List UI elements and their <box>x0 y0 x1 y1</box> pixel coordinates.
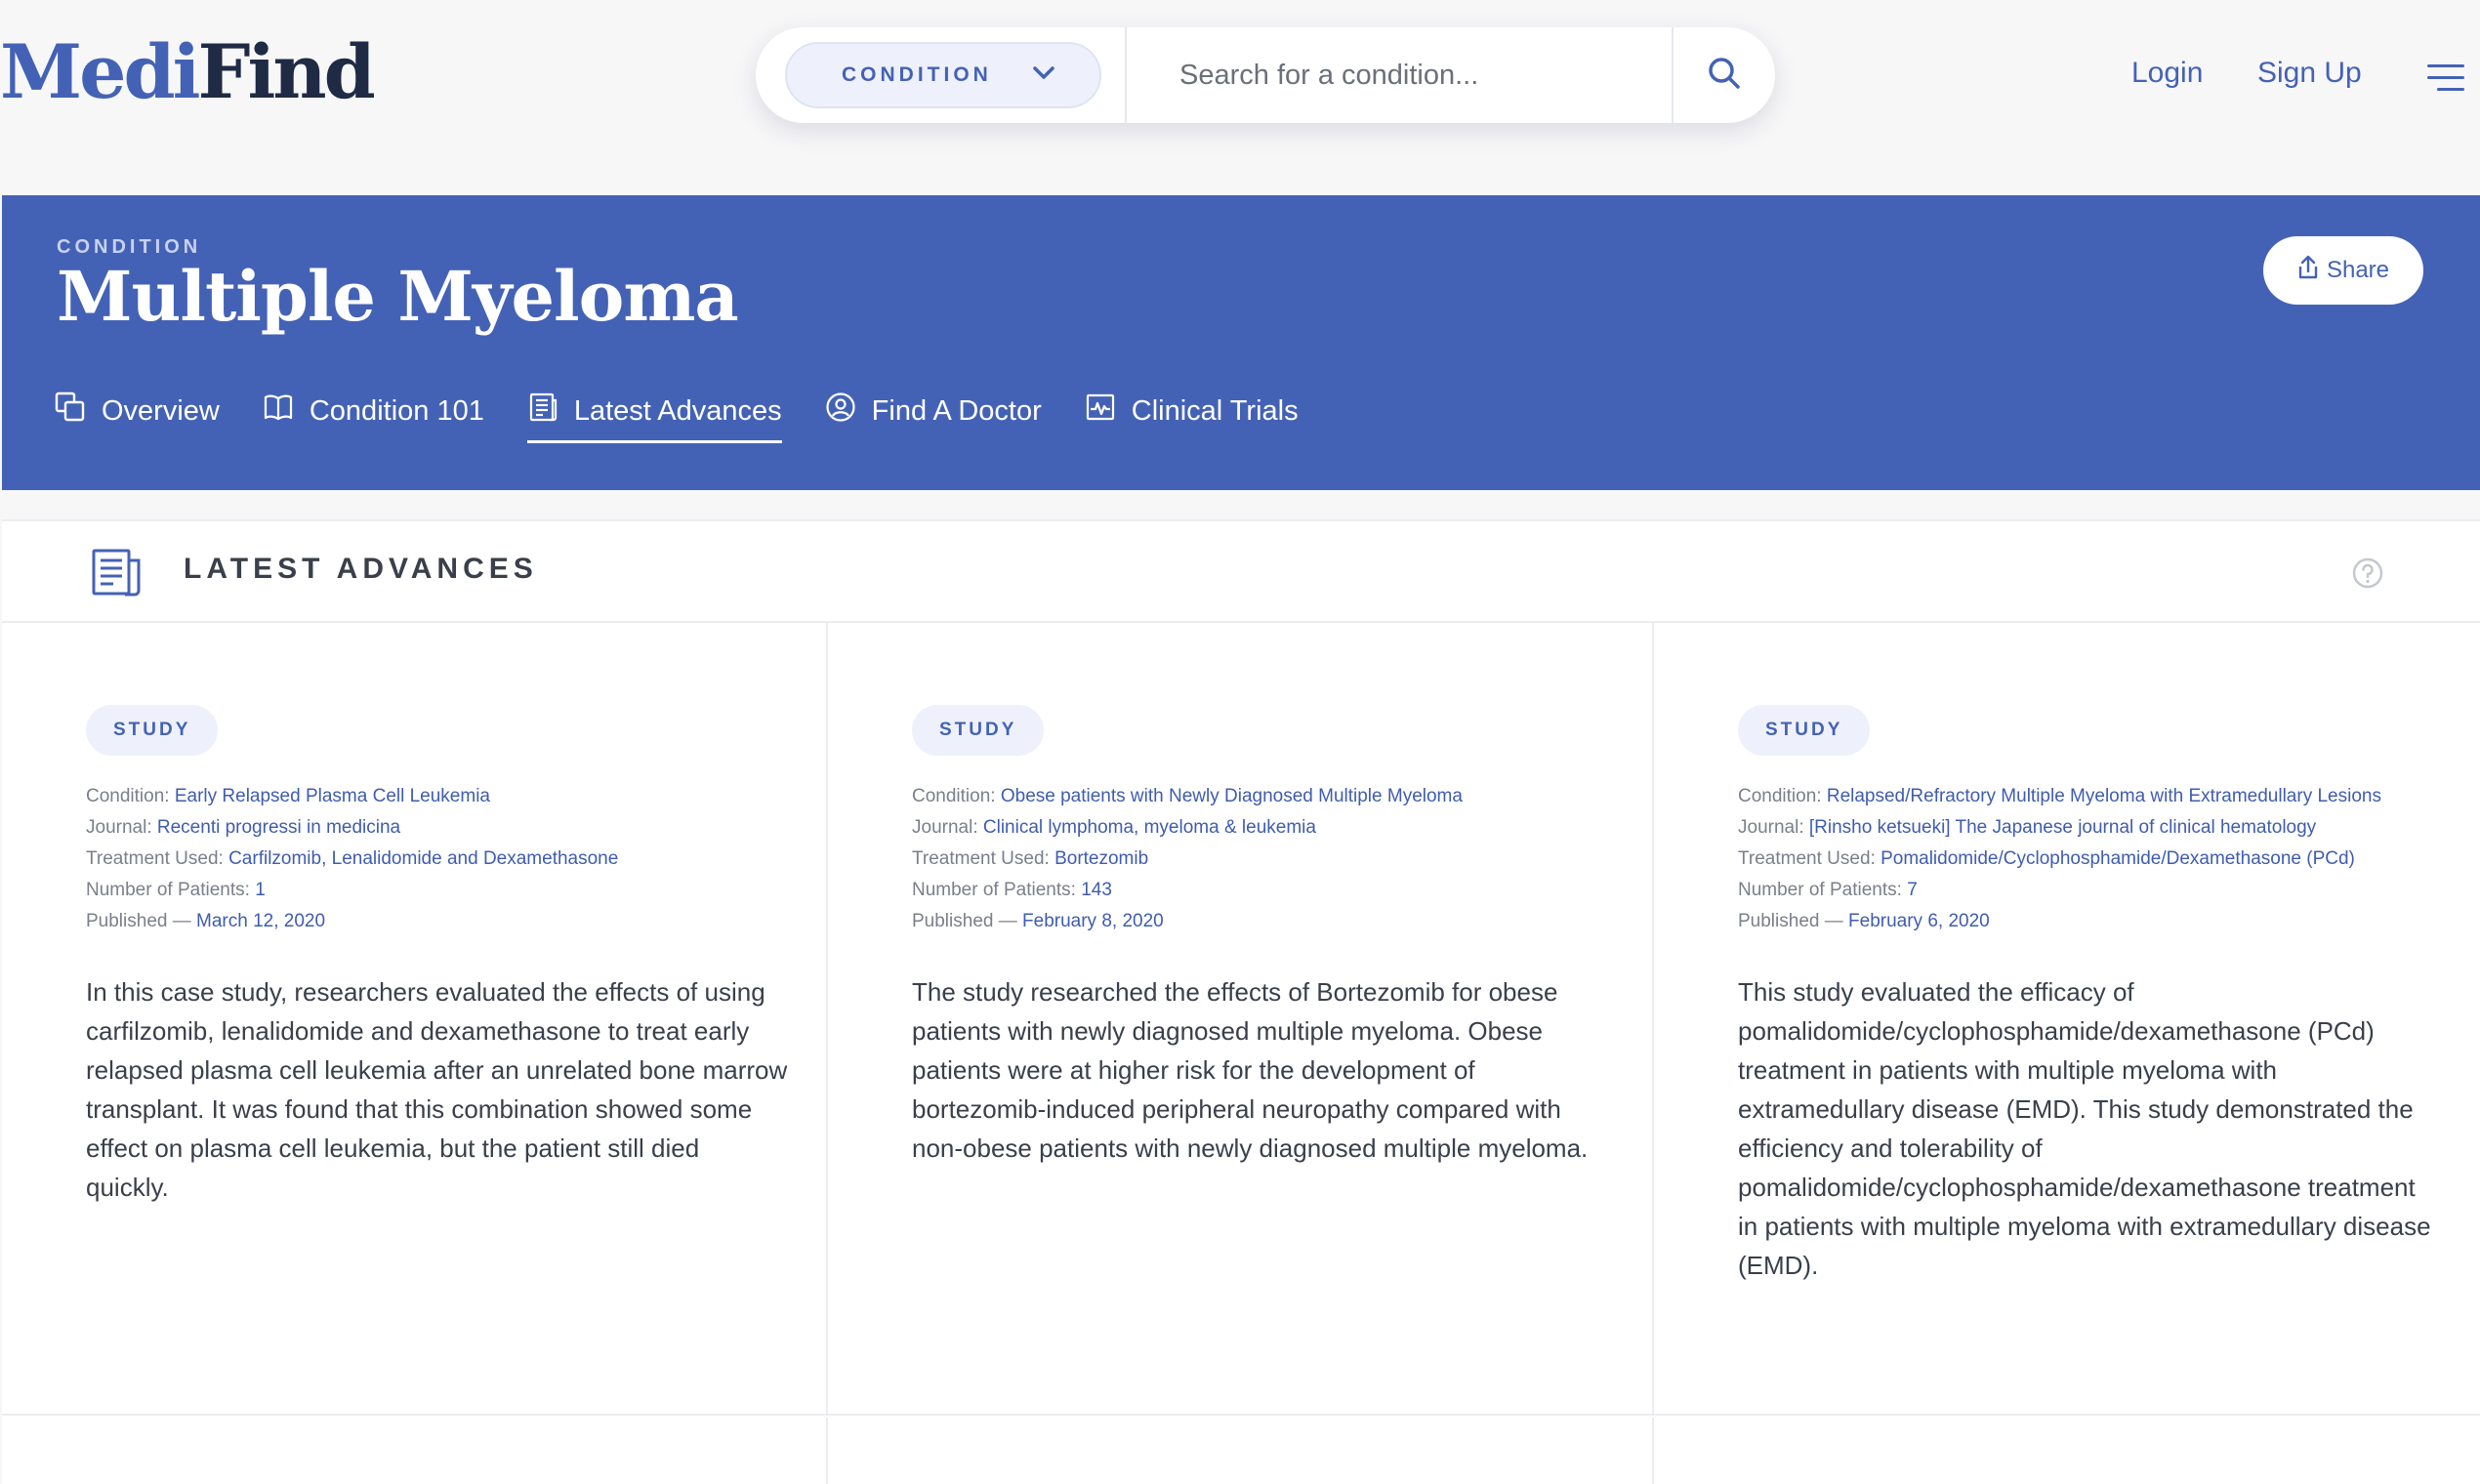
medifind-logo[interactable]: MediFind <box>0 35 376 109</box>
condition-link[interactable]: Relapsed/Refractory Multiple Myeloma wit… <box>1827 786 2381 806</box>
card-summary: The study researched the effects of Bort… <box>912 977 1589 1163</box>
tab-label: Condition 101 <box>309 394 484 427</box>
newspaper-icon <box>90 549 143 602</box>
latest-advances-panel: LATEST ADVANCES STUDY Condition: Early R… <box>2 519 2480 1484</box>
advance-card[interactable]: STUDY Condition: Obese patients with New… <box>828 623 1654 1416</box>
journal-link[interactable]: Recenti progressi in medicina <box>157 817 400 838</box>
search-bar: CONDITION <box>756 27 1775 123</box>
search-icon <box>1708 57 1741 95</box>
journal-link[interactable]: [Rinsho ketsueki] The Japanese journal o… <box>1809 817 2316 838</box>
signup-link[interactable]: Sign Up <box>2257 57 2362 90</box>
search-button[interactable] <box>1672 27 1775 123</box>
section-title: LATEST ADVANCES <box>184 553 538 585</box>
advances-cards: STUDY Condition: Early Relapsed Plasma C… <box>2 623 2480 1416</box>
card-meta: Condition: Obese patients with Newly Dia… <box>912 786 1463 931</box>
tab-clinical-trials[interactable]: Clinical Trials <box>1085 385 1299 437</box>
card-placeholder <box>1654 1418 2480 1484</box>
top-navigation: MediFind CONDITION Login Sign Up <box>0 0 2480 195</box>
book-icon <box>263 392 294 431</box>
chart-pulse-icon <box>1085 392 1116 431</box>
treatment-value: Bortezomib <box>1054 848 1149 869</box>
treatment-value: Carfilzomib, Lenalidomide and Dexamethas… <box>228 848 619 869</box>
doctor-icon <box>825 392 856 431</box>
share-label: Share <box>2326 257 2390 283</box>
panel-header: LATEST ADVANCES <box>2 521 2480 623</box>
treatment-value: Pomalidomide/Cyclophosphamide/Dexamethas… <box>1881 848 2355 869</box>
tab-find-a-doctor[interactable]: Find A Doctor <box>825 385 1042 437</box>
patients-value: 143 <box>1081 880 1112 900</box>
study-badge: STUDY <box>86 705 219 756</box>
chevron-down-icon <box>1033 65 1054 85</box>
condition-link[interactable]: Early Relapsed Plasma Cell Leukemia <box>175 786 490 806</box>
copy-icon <box>55 392 86 431</box>
search-input[interactable] <box>1127 28 1672 122</box>
tab-latest-advances[interactable]: Latest Advances <box>526 385 782 443</box>
tab-label: Clinical Trials <box>1131 394 1299 427</box>
hamburger-menu-icon[interactable] <box>2427 64 2464 92</box>
patients-value: 1 <box>255 880 266 900</box>
card-meta: Condition: Early Relapsed Plasma Cell Le… <box>86 786 619 931</box>
published-date: March 12, 2020 <box>196 911 326 931</box>
tab-label: Overview <box>102 394 220 427</box>
card-placeholder <box>828 1418 1654 1484</box>
card-summary: In this case study, researchers evaluate… <box>86 977 788 1202</box>
search-category-label: CONDITION <box>842 63 992 86</box>
journal-link[interactable]: Clinical lymphoma, myeloma & leukemia <box>983 817 1316 838</box>
next-cards-row <box>2 1418 2480 1484</box>
tab-label: Find A Doctor <box>871 394 1042 427</box>
published-date: February 8, 2020 <box>1022 911 1164 931</box>
published-date: February 6, 2020 <box>1848 911 1990 931</box>
share-button[interactable]: Share <box>2263 236 2423 305</box>
card-summary: This study evaluated the efficacy of pom… <box>1738 977 2431 1280</box>
condition-link[interactable]: Obese patients with Newly Diagnosed Mult… <box>1001 786 1463 806</box>
patients-value: 7 <box>1907 880 1918 900</box>
help-icon[interactable] <box>2351 556 2384 595</box>
tab-label: Latest Advances <box>573 394 782 427</box>
condition-tabs: Overview Condition 101 Latest Advances F… <box>55 385 1342 443</box>
page-title: Multiple Myeloma <box>57 256 739 337</box>
condition-header: CONDITION Multiple Myeloma Share Overvie… <box>2 195 2480 490</box>
share-icon <box>2297 255 2319 287</box>
card-placeholder <box>2 1418 828 1484</box>
login-link[interactable]: Login <box>2131 57 2203 90</box>
card-meta: Condition: Relapsed/Refractory Multiple … <box>1738 786 2381 931</box>
tab-condition-101[interactable]: Condition 101 <box>263 385 484 437</box>
study-badge: STUDY <box>912 705 1045 756</box>
study-badge: STUDY <box>1738 705 1871 756</box>
search-category-dropdown[interactable]: CONDITION <box>785 42 1101 108</box>
newspaper-icon <box>527 392 558 431</box>
tab-overview[interactable]: Overview <box>55 385 220 437</box>
advance-card[interactable]: STUDY Condition: Relapsed/Refractory Mul… <box>1654 623 2480 1416</box>
advance-card[interactable]: STUDY Condition: Early Relapsed Plasma C… <box>2 623 828 1416</box>
